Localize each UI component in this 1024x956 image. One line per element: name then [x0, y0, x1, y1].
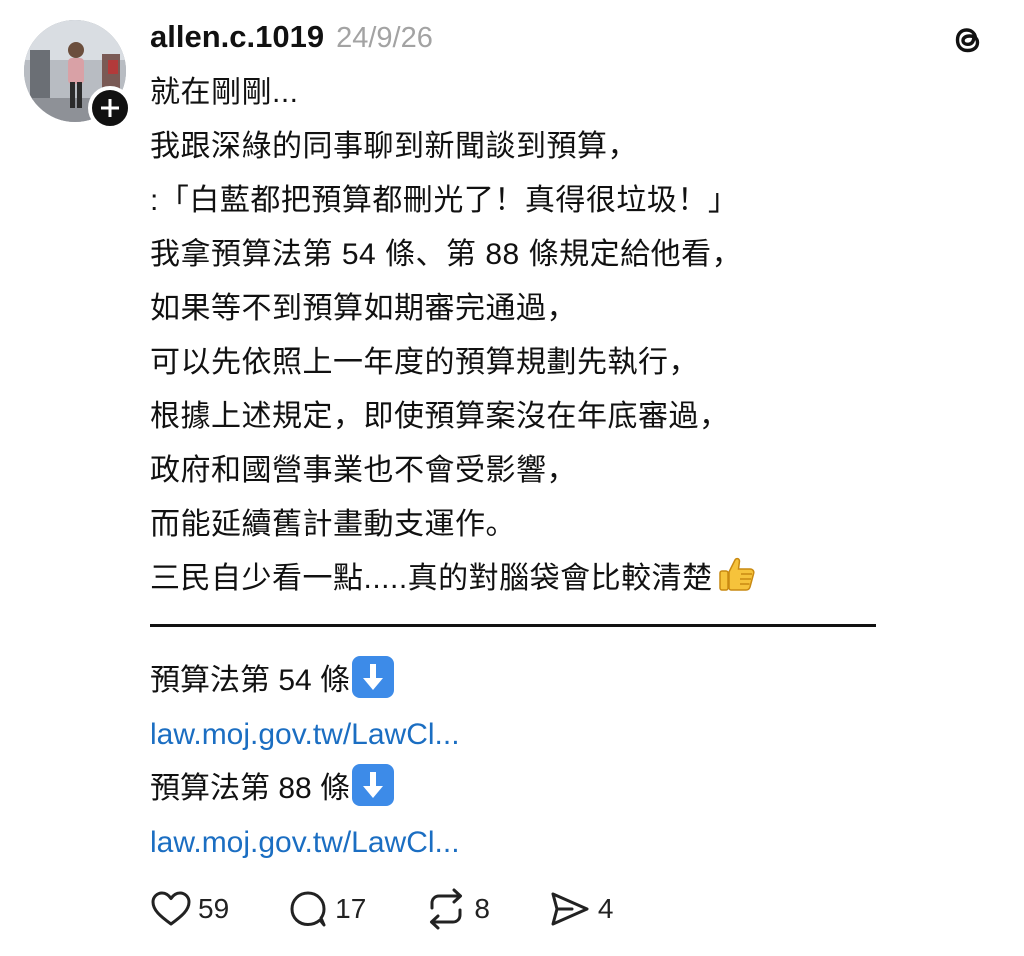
thread-post: allen.c.1019 24/9/26 就在剛剛... 我跟深綠的同事聊到新聞… — [0, 0, 1024, 956]
post-text-line: 可以先依照上一年度的預算規劃先執行， — [150, 346, 699, 379]
plus-icon — [101, 99, 119, 117]
avatar-container[interactable] — [24, 20, 132, 130]
comment-bubble-icon — [290, 891, 326, 927]
post-text-line: 根據上述規定，即使預算案沒在年底審過， — [150, 400, 730, 433]
follow-button[interactable] — [88, 86, 132, 130]
like-count: 59 — [198, 893, 230, 924]
repost-button[interactable]: 8 — [424, 888, 490, 930]
thumbs-up-emoji-icon — [715, 552, 759, 596]
law-link-54[interactable]: law.moj.gov.tw/LawCl... — [150, 708, 990, 762]
share-count: 4 — [597, 893, 614, 924]
down-arrow-emoji-icon — [352, 764, 395, 806]
reference-links: 預算法第 54 條 law.moj.gov.tw/LawCl... 預算法第 8… — [150, 654, 990, 870]
post-text-line: 就在剛剛... — [150, 76, 299, 109]
username-link[interactable]: allen.c.1019 — [150, 16, 324, 58]
divider-line — [150, 624, 876, 627]
repost-count: 8 — [474, 893, 490, 924]
share-button[interactable]: 4 — [548, 889, 614, 929]
reply-button[interactable]: 17 — [287, 888, 366, 930]
post-actions: 59 17 8 4 — [150, 884, 671, 934]
threads-logo-icon — [948, 20, 988, 60]
link-caption: 預算法第 88 條 — [150, 762, 990, 816]
down-arrow-emoji-icon — [352, 656, 395, 698]
law-link-88[interactable]: law.moj.gov.tw/LawCl... — [150, 816, 990, 870]
heart-icon — [151, 891, 191, 926]
post-text-line: 我拿預算法第 54 條、第 88 條規定給他看， — [150, 238, 743, 271]
post-text-line: :「白藍都把預算都刪光了！真得很垃圾！」 — [150, 184, 739, 217]
post-text-line-with-emoji: 三民自少看一點.....真的對腦袋會比較清楚 — [150, 552, 990, 606]
link-caption-text: 預算法第 54 條 — [150, 664, 351, 697]
post-text-line: 政府和國營事業也不會受影響， — [150, 454, 577, 487]
post-header: allen.c.1019 24/9/26 — [150, 16, 433, 62]
post-text-line: 三民自少看一點.....真的對腦袋會比較清楚 — [150, 562, 713, 595]
post-timestamp: 24/9/26 — [336, 22, 433, 54]
like-button[interactable]: 59 — [150, 889, 229, 929]
reply-count: 17 — [335, 893, 367, 924]
post-text-line: 我跟深綠的同事聊到新聞談到預算， — [150, 130, 638, 163]
post-text-line: 而能延續舊計畫動支運作。 — [150, 508, 516, 541]
send-icon — [551, 892, 589, 926]
link-caption-text: 預算法第 88 條 — [150, 772, 351, 805]
post-body: 就在剛剛... 我跟深綠的同事聊到新聞談到預算， :「白藍都把預算都刪光了！真得… — [150, 66, 990, 606]
post-text-line: 如果等不到預算如期審完通過， — [150, 292, 577, 325]
link-caption: 預算法第 54 條 — [150, 654, 990, 708]
repost-icon — [430, 888, 463, 930]
